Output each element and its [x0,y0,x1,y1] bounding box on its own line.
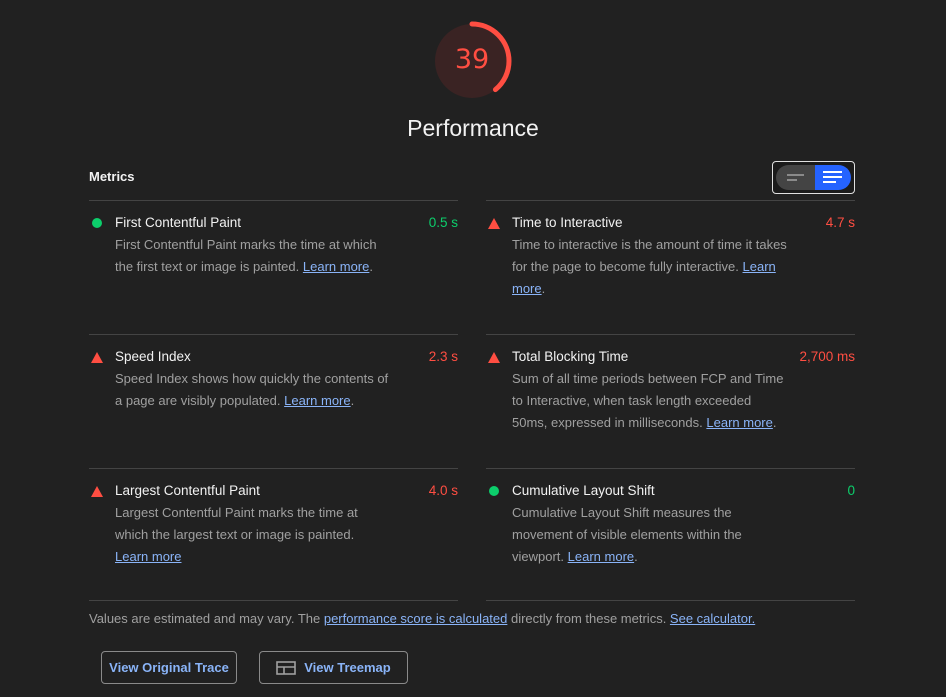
metric-title: First Contentful Paint [115,215,242,230]
red-triangle-icon [91,352,103,363]
metric-item: Time to Interactive 4.7 s Time to interact… [486,200,855,335]
expanded-list-icon-line [823,176,842,178]
metric-title: Total Blocking Time [512,349,629,364]
red-triangle-icon [91,486,103,497]
learn-more-link[interactable]: Learn more [284,393,350,408]
metric-description-suffix: . [541,281,546,296]
metric-item: Cumulative Layout Shift 0 Cumulative Layou… [486,468,855,603]
expanded-view-button[interactable] [815,165,851,190]
metric-description-suffix: . [350,393,355,408]
metric-description-suffix: . [369,259,373,274]
view-original-trace-button[interactable]: View Original Trace [101,651,237,684]
view-treemap-label: View Treemap [304,660,391,675]
metric-value: 2,700 ms [799,349,855,364]
metric-item: Largest Contentful Paint 4.0 s Largest Con… [89,468,458,603]
metrics-heading: Metrics [89,169,135,184]
metric-description: Speed Index shows how quickly the conten… [115,368,390,412]
metric-value: 4.0 s [428,483,458,498]
metric-item: Total Blocking Time 2,700 ms Sum of all ti… [486,334,855,469]
metric-title: Cumulative Layout Shift [512,483,655,498]
metric-description-suffix: . [634,549,638,564]
divider [486,600,855,601]
see-calculator-link[interactable]: See calculator. [670,611,755,626]
metric-value: 0 [847,483,855,498]
metric-title: Largest Contentful Paint [115,483,260,498]
learn-more-link[interactable]: Learn more [303,259,369,274]
red-triangle-icon [488,352,500,363]
metric-value: 4.7 s [825,215,855,230]
view-trace-label: View Original Trace [109,660,229,675]
metrics-footnote: Values are estimated and may vary. The p… [89,611,755,626]
score-value: 39 [454,44,490,75]
metric-description: Sum of all time periods between FCP and … [512,368,787,434]
metric-description-text: Largest Contentful Paint marks the time … [115,505,358,542]
score-calculation-link[interactable]: performance score is calculated [324,611,508,626]
expanded-list-icon-line [823,181,836,183]
category-title: Performance [407,115,539,141]
learn-more-link[interactable]: Learn more [568,549,634,564]
footnote-text: Values are estimated and may vary. The [89,611,324,626]
metric-description: Time to interactive is the amount of tim… [512,234,787,300]
learn-more-link[interactable]: Learn more [115,549,181,564]
red-triangle-icon [488,218,500,229]
performance-score-gauge: 39 [432,21,512,101]
metric-view-toggle[interactable] [772,161,855,194]
metric-value: 0.5 s [428,215,458,230]
metric-description: Cumulative Layout Shift measures the mov… [512,502,787,568]
metric-description-suffix: . [772,415,777,430]
learn-more-link[interactable]: Learn more [706,415,772,430]
collapsed-list-icon [787,174,804,176]
green-circle-icon [92,218,102,228]
treemap-icon [276,660,297,675]
collapsed-list-icon-line [787,179,797,181]
collapsed-view-button[interactable] [776,165,815,190]
expanded-list-icon [823,171,842,173]
metric-description: Largest Contentful Paint marks the time … [115,502,390,568]
footnote-text: directly from these metrics. [507,611,670,626]
metric-value: 2.3 s [428,349,458,364]
green-circle-icon [489,486,499,496]
metric-title: Speed Index [115,349,191,364]
view-treemap-button[interactable]: View Treemap [259,651,408,684]
metric-description: First Contentful Paint marks the time at… [115,234,390,278]
metric-title: Time to Interactive [512,215,623,230]
metric-item: First Contentful Paint 0.5 s First Content… [89,200,458,335]
metric-item: Speed Index 2.3 s Speed Index shows how qu… [89,334,458,469]
divider [89,600,458,601]
